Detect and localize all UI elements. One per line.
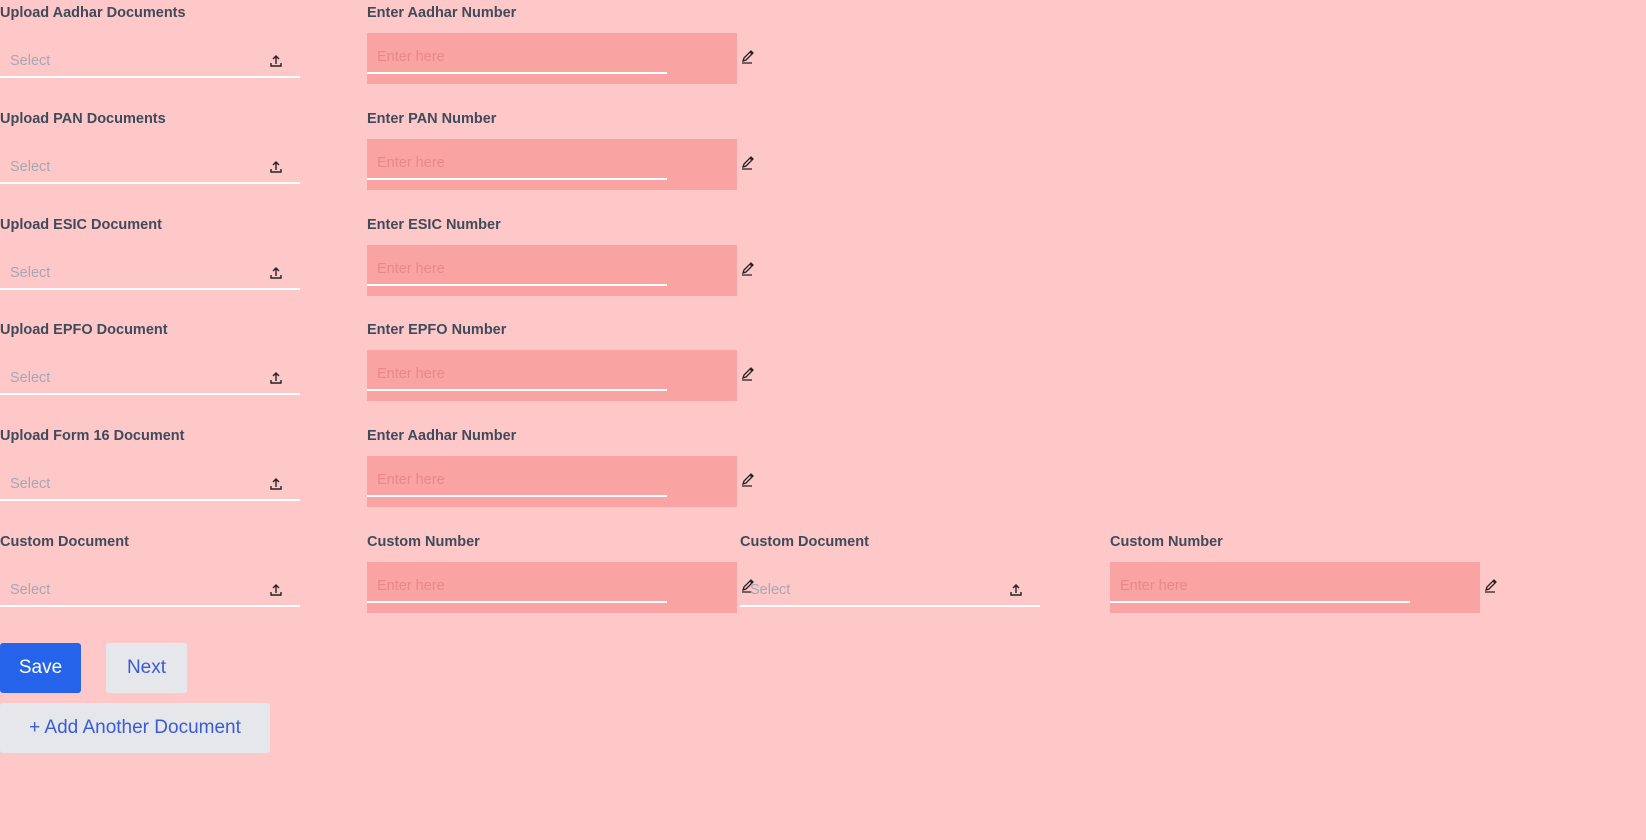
number-input[interactable]: Enter here <box>367 33 754 84</box>
upload-icon[interactable] <box>270 583 282 597</box>
pencil-icon[interactable] <box>740 365 756 381</box>
number-underline <box>367 72 667 74</box>
pencil-icon[interactable] <box>1483 577 1499 593</box>
number-placeholder: Enter here <box>377 155 445 171</box>
next-button[interactable]: Next <box>106 643 187 693</box>
number-label: Enter ESIC Number <box>367 217 501 233</box>
upload-select-value[interactable]: Select <box>10 582 50 598</box>
number-underline <box>367 495 667 497</box>
save-button[interactable]: Save <box>0 643 81 693</box>
pencil-icon[interactable] <box>740 154 756 170</box>
number-input[interactable]: Enter here <box>367 456 754 507</box>
number-input[interactable]: Enter here <box>367 562 754 613</box>
upload-select-value[interactable]: Select <box>10 265 50 281</box>
upload-select-value[interactable]: Select <box>750 582 790 598</box>
upload-underline <box>0 288 300 290</box>
upload-icon[interactable] <box>270 371 282 385</box>
upload-field-form16[interactable]: Upload Form 16 Document Select <box>0 428 300 508</box>
number-placeholder: Enter here <box>377 578 445 594</box>
upload-underline <box>0 499 300 501</box>
number-field-esic[interactable]: Enter ESIC Number Enter here <box>367 217 767 297</box>
number-field-pan[interactable]: Enter PAN Number Enter here <box>367 111 767 191</box>
upload-select-value[interactable]: Select <box>10 476 50 492</box>
upload-icon[interactable] <box>270 266 282 280</box>
number-placeholder: Enter here <box>377 261 445 277</box>
number-underline <box>367 284 667 286</box>
number-label: Enter EPFO Number <box>367 322 507 338</box>
upload-field-esic[interactable]: Upload ESIC Document Select <box>0 217 300 297</box>
number-label: Custom Number <box>1110 534 1223 550</box>
upload-icon[interactable] <box>270 54 282 68</box>
upload-select-value[interactable]: Select <box>10 370 50 386</box>
upload-underline <box>0 393 300 395</box>
upload-icon[interactable] <box>1010 583 1022 597</box>
upload-label: Custom Document <box>740 534 869 550</box>
upload-field-aadhar[interactable]: Upload Aadhar Documents Select <box>0 5 300 85</box>
upload-label: Upload PAN Documents <box>0 111 166 127</box>
upload-icon[interactable] <box>270 477 282 491</box>
upload-field-custom[interactable]: Custom Document Select <box>0 534 300 614</box>
pencil-icon[interactable] <box>740 260 756 276</box>
upload-label: Upload Form 16 Document <box>0 428 185 444</box>
number-field-aadhar[interactable]: Enter Aadhar Number Enter here <box>367 5 767 85</box>
upload-label: Custom Document <box>0 534 129 550</box>
number-field-epfo[interactable]: Enter EPFO Number Enter here <box>367 322 767 402</box>
add-another-document-button[interactable]: + Add Another Document <box>0 703 270 753</box>
upload-underline <box>0 76 300 78</box>
number-field-custom-2[interactable]: Custom Number Enter here <box>1110 534 1510 614</box>
upload-field-pan[interactable]: Upload PAN Documents Select <box>0 111 300 191</box>
upload-label: Upload Aadhar Documents <box>0 5 186 21</box>
upload-label: Upload EPFO Document <box>0 322 168 338</box>
number-placeholder: Enter here <box>377 49 445 65</box>
number-label: Enter PAN Number <box>367 111 497 127</box>
number-input[interactable]: Enter here <box>1110 562 1497 613</box>
upload-underline <box>0 182 300 184</box>
number-label: Enter Aadhar Number <box>367 5 517 21</box>
number-underline <box>367 601 667 603</box>
number-underline <box>367 178 667 180</box>
upload-underline <box>740 605 1040 607</box>
number-placeholder: Enter here <box>377 472 445 488</box>
number-field-form16[interactable]: Enter Aadhar Number Enter here <box>367 428 767 508</box>
pencil-icon[interactable] <box>740 48 756 64</box>
upload-underline <box>0 605 300 607</box>
upload-select-value[interactable]: Select <box>10 53 50 69</box>
upload-field-custom-2[interactable]: Custom Document Select <box>740 534 1040 614</box>
number-input[interactable]: Enter here <box>367 245 754 296</box>
number-placeholder: Enter here <box>377 366 445 382</box>
number-underline <box>367 389 667 391</box>
number-placeholder: Enter here <box>1120 578 1188 594</box>
pencil-icon[interactable] <box>740 471 756 487</box>
upload-icon[interactable] <box>270 160 282 174</box>
number-field-custom[interactable]: Custom Number Enter here <box>367 534 767 614</box>
number-underline <box>1110 601 1410 603</box>
number-input[interactable]: Enter here <box>367 350 754 401</box>
upload-field-epfo[interactable]: Upload EPFO Document Select <box>0 322 300 402</box>
upload-select-value[interactable]: Select <box>10 159 50 175</box>
number-label: Custom Number <box>367 534 480 550</box>
number-input[interactable]: Enter here <box>367 139 754 190</box>
upload-label: Upload ESIC Document <box>0 217 162 233</box>
number-label: Enter Aadhar Number <box>367 428 517 444</box>
